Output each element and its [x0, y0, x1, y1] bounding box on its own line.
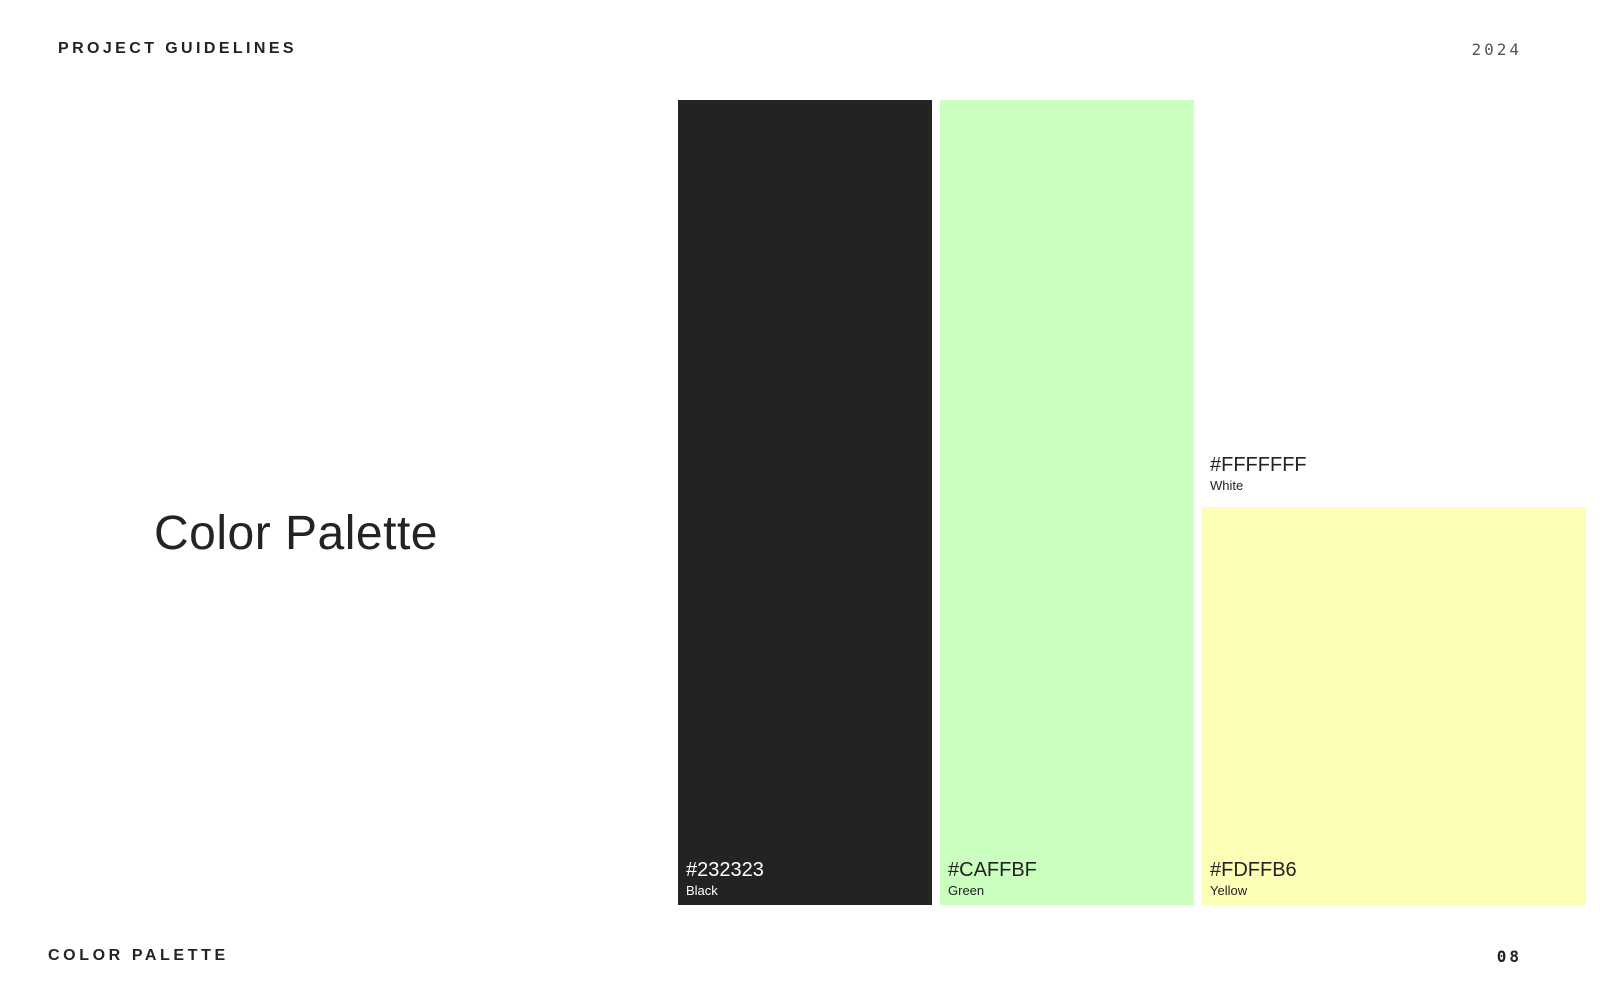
- swatch-label: #FDFFB6 Yellow: [1210, 860, 1297, 897]
- swatch-color-name: Green: [948, 883, 985, 898]
- swatch-green: #CAFFBF Green: [940, 100, 1194, 905]
- swatch-color-name: White: [1210, 478, 1244, 493]
- swatch-label: #232323 Black: [686, 860, 764, 897]
- swatch-label: #CAFFBF Green: [948, 860, 1037, 897]
- document-header-year: 2024: [1471, 40, 1522, 59]
- page-title: Color Palette: [154, 507, 438, 561]
- footer-section-title: COLOR PALETTE: [48, 947, 229, 964]
- footer-page-number: 08: [1496, 947, 1522, 966]
- document-header-title: PROJECT GUIDELINES: [58, 40, 298, 57]
- swatch-hex-code: #FDFFB6: [1210, 859, 1297, 881]
- swatch-yellow: #FDFFB6 Yellow: [1202, 507, 1586, 905]
- swatch-hex-code: #FFFFFFF: [1210, 454, 1307, 476]
- swatch-label: #FFFFFFF White: [1210, 455, 1307, 492]
- swatch-hex-code: #232323: [686, 859, 764, 881]
- swatch-color-name: Black: [686, 883, 718, 898]
- swatch-black: #232323 Black: [678, 100, 932, 905]
- swatch-white: #FFFFFFF White: [1202, 100, 1586, 500]
- swatch-color-name: Yellow: [1210, 883, 1248, 898]
- swatch-hex-code: #CAFFBF: [948, 859, 1037, 881]
